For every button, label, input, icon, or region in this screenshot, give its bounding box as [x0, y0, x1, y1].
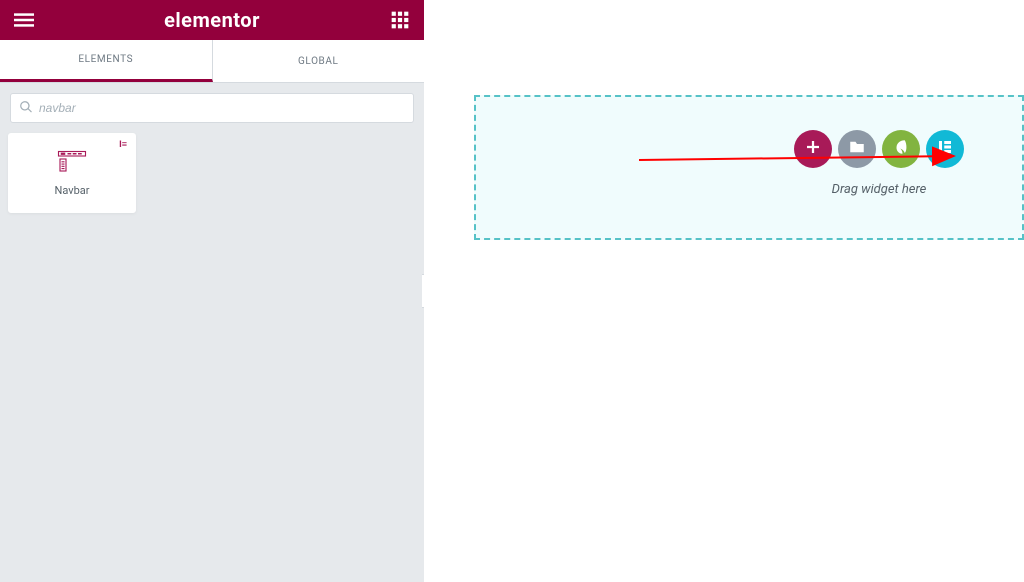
search-container — [0, 83, 424, 133]
section-controls: Drag widget here — [794, 130, 964, 197]
envato-button[interactable] — [882, 130, 920, 168]
widget-brand-badge-icon: I≡ — [119, 139, 127, 150]
drop-hint-label: Drag widget here — [832, 182, 927, 197]
tab-elements[interactable]: ELEMENTS — [0, 40, 213, 82]
leaf-icon — [892, 138, 910, 160]
widget-label: Navbar — [55, 184, 90, 197]
search-input[interactable] — [39, 101, 405, 115]
folder-icon — [848, 138, 866, 160]
navbar-icon — [57, 150, 87, 174]
tab-global[interactable]: GLOBAL — [213, 40, 425, 82]
panel-tabs: ELEMENTS GLOBAL — [0, 40, 424, 83]
elementor-template-button[interactable] — [926, 130, 964, 168]
section-control-buttons — [794, 130, 964, 168]
apps-grid-icon[interactable] — [390, 10, 410, 30]
sidebar-header: elementor — [0, 0, 424, 40]
search-field[interactable] — [10, 93, 414, 123]
logo: elementor — [164, 8, 260, 32]
widget-list: I≡ Navbar — [0, 133, 424, 213]
plus-icon — [804, 138, 822, 160]
widget-navbar[interactable]: I≡ Navbar — [8, 133, 136, 213]
editor-canvas[interactable]: I≡ Navbar — [424, 0, 1024, 582]
add-template-folder-button[interactable] — [838, 130, 876, 168]
add-section-button[interactable] — [794, 130, 832, 168]
elementor-sidebar: elementor ELEMENTS GLOBAL I≡ — [0, 0, 424, 582]
menu-icon[interactable] — [14, 10, 34, 30]
elementor-icon — [936, 138, 954, 160]
search-icon — [19, 99, 33, 118]
